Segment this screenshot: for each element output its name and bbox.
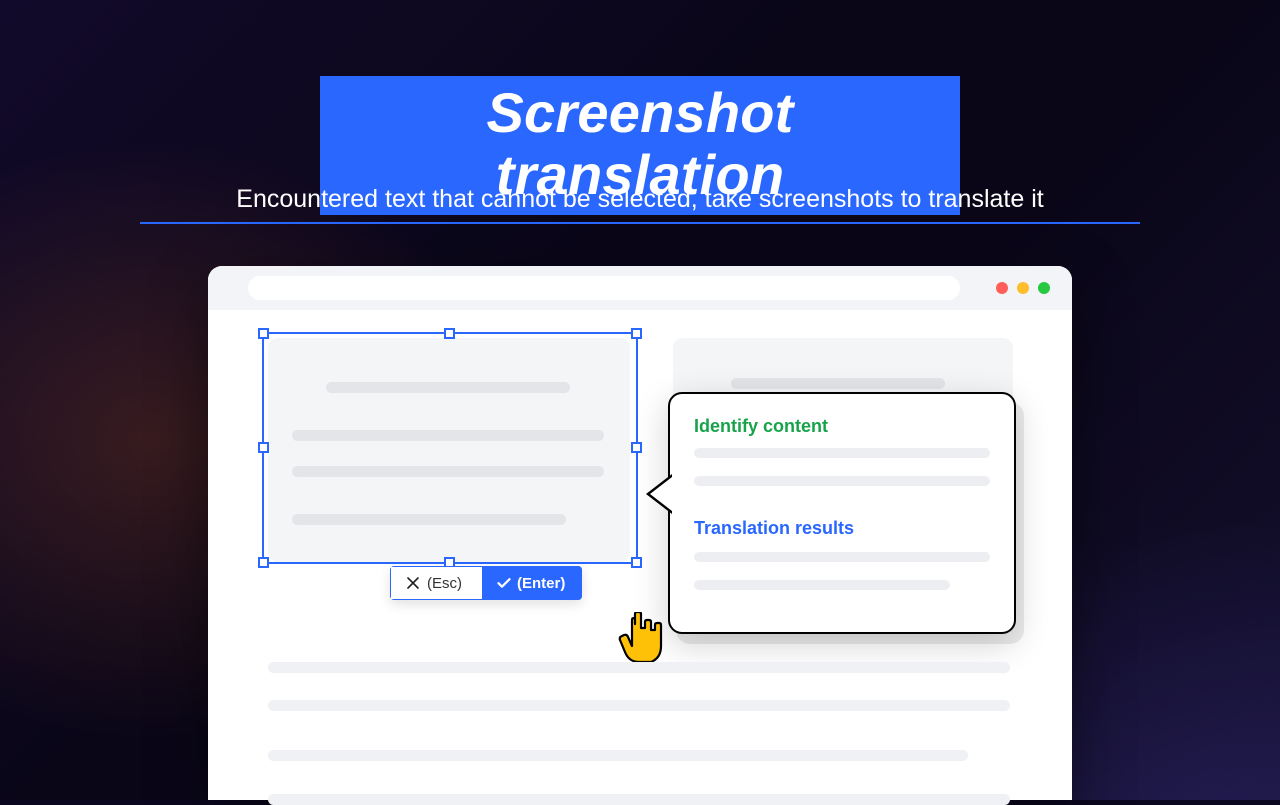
check-icon — [497, 577, 511, 589]
skeleton-line — [694, 448, 990, 458]
window-controls — [996, 282, 1050, 294]
resize-handle[interactable] — [258, 442, 269, 453]
cancel-label: (Esc) — [427, 575, 462, 592]
browser-titlebar — [208, 266, 1072, 310]
skeleton-line — [694, 552, 990, 562]
maximize-icon[interactable] — [1038, 282, 1050, 294]
identify-content-heading: Identify content — [694, 416, 828, 437]
resize-handle[interactable] — [444, 328, 455, 339]
resize-handle[interactable] — [631, 557, 642, 568]
skeleton-line — [731, 378, 945, 389]
page-subtitle: Encountered text that cannot be selected… — [140, 185, 1140, 224]
skeleton-line — [268, 700, 1010, 711]
browser-content: (Esc) (Enter) Identify content Translati… — [238, 326, 1042, 800]
browser-mock: (Esc) (Enter) Identify content Translati… — [208, 266, 1072, 800]
translation-results-heading: Translation results — [694, 518, 854, 539]
confirm-label: (Enter) — [517, 575, 565, 592]
close-icon[interactable] — [996, 282, 1008, 294]
url-bar[interactable] — [248, 276, 960, 300]
resize-handle[interactable] — [631, 328, 642, 339]
resize-handle[interactable] — [258, 557, 269, 568]
skeleton-line — [268, 662, 1010, 673]
selection-toolbar: (Esc) (Enter) — [390, 566, 582, 600]
skeleton-line — [268, 750, 968, 761]
cancel-button[interactable]: (Esc) — [390, 566, 483, 600]
skeleton-line — [694, 476, 990, 486]
resize-handle[interactable] — [258, 328, 269, 339]
screenshot-selection[interactable] — [262, 332, 638, 564]
skeleton-line — [694, 580, 950, 590]
translation-popover: Identify content Translation results — [668, 392, 1016, 634]
confirm-button[interactable]: (Enter) — [483, 566, 582, 600]
resize-handle[interactable] — [631, 442, 642, 453]
minimize-icon[interactable] — [1017, 282, 1029, 294]
x-icon — [407, 577, 419, 589]
